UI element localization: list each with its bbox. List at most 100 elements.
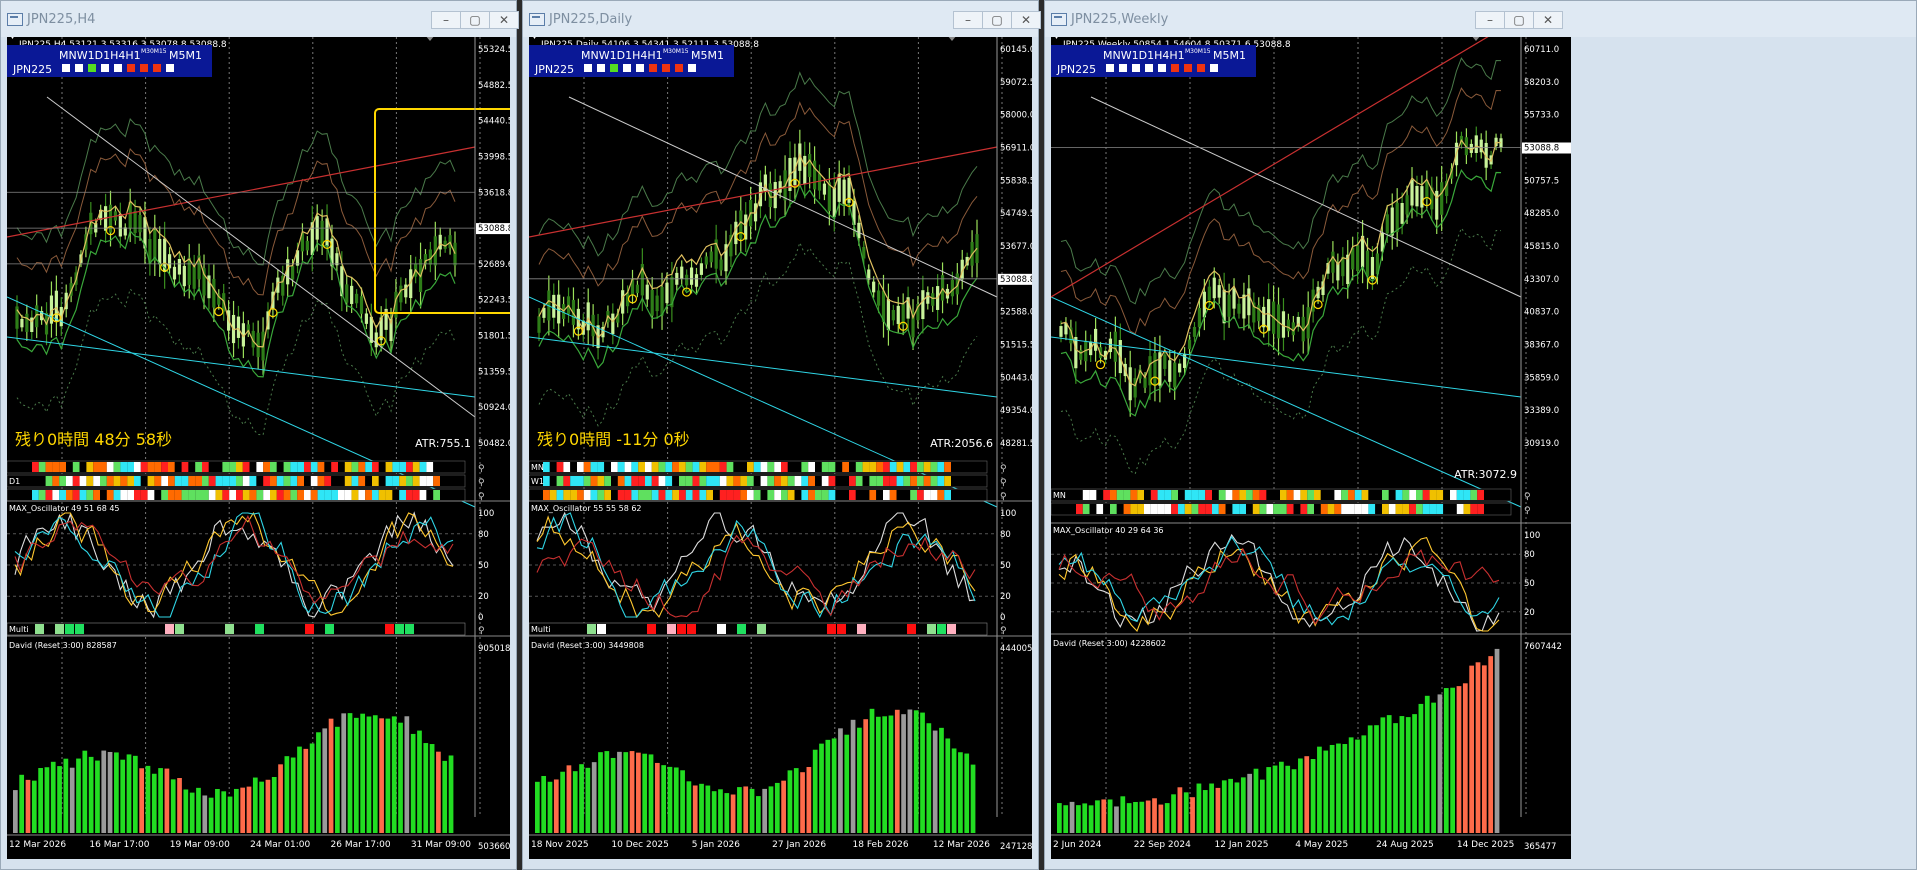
signal-cell: [896, 490, 904, 500]
candle: [133, 210, 137, 233]
signal-cell: [876, 476, 883, 486]
signal-cell: [563, 476, 571, 486]
signal-cell: [1280, 490, 1287, 500]
candle: [1405, 195, 1409, 215]
chart-area[interactable]: JPN225,Daily 54106.3 54341.3 52111.3 530…: [529, 37, 1032, 859]
signal-cell: [747, 462, 754, 472]
price-tick: 38367.0: [1524, 341, 1559, 351]
signal-cell: [236, 462, 243, 472]
signal-cell: [1218, 490, 1226, 500]
chart-window-h4[interactable]: JPN225,H4 – ▢ ✕ JPN225,H4 53121.3 53316.…: [0, 0, 519, 870]
close-button[interactable]: ✕: [1533, 11, 1563, 29]
candle: [1257, 305, 1261, 322]
volume-bar: [404, 716, 410, 833]
volume-bar: [391, 716, 397, 833]
signal-cell: [229, 490, 236, 500]
oscillator-tick: 0: [1000, 613, 1005, 623]
close-button[interactable]: ✕: [489, 11, 519, 29]
signal-cell: [917, 476, 924, 486]
signal-cell: [849, 462, 856, 472]
trend-line: [1090, 96, 1522, 298]
volume-bar: [189, 792, 195, 833]
maximize-button[interactable]: ▢: [460, 11, 490, 29]
signal-cell: [317, 462, 325, 472]
volume-bar: [50, 761, 56, 833]
signal-cell: [583, 490, 591, 500]
price-tick: 55838.5: [1000, 176, 1032, 186]
signal-cell: [1252, 490, 1260, 500]
chart-area[interactable]: JPN225,H4 53121.3 53316.3 53078.8 53088.…: [7, 37, 510, 859]
maximize-button[interactable]: ▢: [1504, 11, 1534, 29]
window-titlebar[interactable]: JPN225,H4 – ▢ ✕: [1, 1, 519, 37]
minimize-button[interactable]: –: [431, 11, 461, 29]
candle: [1247, 288, 1251, 316]
minimize-button[interactable]: –: [953, 11, 983, 29]
price-tick: 56911.0: [1000, 144, 1032, 154]
signal-cell: [324, 490, 332, 500]
volume-bar: [939, 727, 944, 833]
signal-cell: [270, 462, 277, 472]
signal-cell: [733, 462, 741, 472]
volume-bar: [572, 771, 578, 833]
candle: [1356, 245, 1360, 272]
signal-cell: [1130, 504, 1138, 514]
minimize-button[interactable]: –: [1475, 11, 1505, 29]
candle: [325, 218, 329, 247]
oscillator-tick: 20: [478, 592, 489, 602]
signal-cell: [781, 490, 788, 500]
signal-cell: [808, 476, 815, 486]
multi-cell: [587, 624, 596, 634]
chart-area[interactable]: JPN225,Weekly 50854.1 54604.8 50371.6 53…: [1051, 37, 1571, 859]
volume-bar: [246, 786, 252, 833]
signal-cell: [1327, 504, 1335, 514]
signal-cell: [256, 462, 264, 472]
timeframe-indicator: [140, 64, 148, 72]
signal-cell: [1368, 490, 1376, 500]
maximize-button[interactable]: ▢: [982, 11, 1012, 29]
signal-cell: [351, 462, 359, 472]
chart-canvas[interactable]: JPN225,H4 53121.3 53316.3 53078.8 53088.…: [7, 37, 510, 859]
signal-cell: [1307, 504, 1314, 514]
signal-cell: [1443, 490, 1450, 500]
signal-cell: [304, 476, 311, 486]
close-button[interactable]: ✕: [1011, 11, 1041, 29]
chart-window-daily[interactable]: JPN225,Daily – ▢ ✕ JPN225,Daily 54106.3 …: [522, 0, 1041, 870]
volume-bar: [1405, 717, 1411, 833]
bollinger-band: [538, 241, 978, 427]
volume-bar: [196, 787, 201, 833]
chart-window-weekly[interactable]: JPN225,Weekly – ▢ ✕ JPN225,Weekly 50854.…: [1044, 0, 1917, 870]
signal-cell: [1443, 504, 1450, 514]
volume-bar: [1183, 792, 1189, 833]
chart-canvas[interactable]: JPN225,Daily 54106.3 54341.3 52111.3 530…: [529, 37, 1032, 859]
volume-bar: [1228, 778, 1233, 833]
david-tick: 2471284: [1000, 842, 1032, 852]
signal-cell: [283, 476, 291, 486]
candle: [182, 265, 186, 287]
date-tick: 12 Jan 2025: [1215, 840, 1269, 850]
volume-bar: [1171, 794, 1176, 833]
signal-cell: [1110, 504, 1117, 514]
atr-value: ATR:755.1: [415, 437, 471, 450]
signal-cell: [1341, 490, 1348, 500]
volume-bar: [844, 734, 850, 833]
volume-bar: [1253, 768, 1259, 833]
countdown-timer: 残り0時間 48分 58秒: [15, 430, 172, 449]
signal-cell: [1123, 504, 1131, 514]
volume-bar: [13, 790, 18, 833]
signal-cell: [1470, 490, 1478, 500]
candle: [1385, 214, 1389, 234]
signal-cell: [937, 462, 945, 472]
timeframe-indicator: [649, 64, 657, 72]
signal-cell: [215, 476, 223, 486]
signal-cell: [100, 476, 107, 486]
window-titlebar[interactable]: JPN225,Daily – ▢ ✕: [523, 1, 1041, 37]
signal-cell: [590, 476, 598, 486]
oscillator-tick: 50: [478, 561, 489, 571]
volume-bar: [1361, 735, 1367, 833]
chart-canvas[interactable]: JPN225,Weekly 50854.1 54604.8 50371.6 53…: [1051, 37, 1571, 859]
window-titlebar[interactable]: JPN225,Weekly – ▢ ✕: [1045, 1, 1916, 37]
signal-cell: [543, 490, 550, 500]
candle: [1415, 185, 1419, 207]
signal-cell: [372, 462, 379, 472]
candle: [901, 303, 905, 325]
